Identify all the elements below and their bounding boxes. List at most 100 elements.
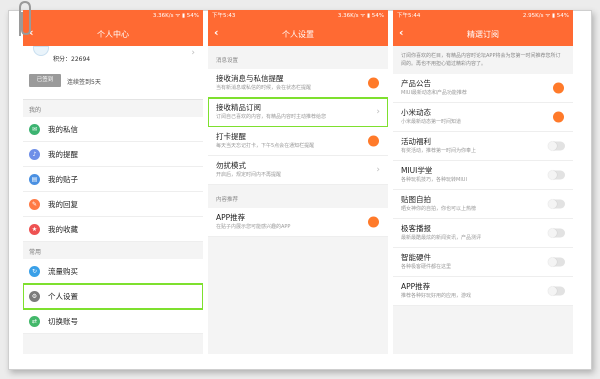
setting-subtitle: 订阅自己喜欢的内容，有精品内容时主动推荐给您 bbox=[216, 114, 327, 120]
toggle-switch[interactable] bbox=[368, 135, 379, 147]
menu-item-label: 我的提醒 bbox=[48, 149, 78, 159]
menu-item-data[interactable]: ↻ 流量购买 bbox=[23, 259, 203, 284]
status-info: 3.36K/s ᯤ ▮ 54% bbox=[152, 13, 199, 19]
toggle-switch[interactable] bbox=[548, 170, 565, 180]
setting-subtitle: 当有新消息或私信的时候，会在状态栏提醒 bbox=[216, 85, 312, 91]
toggle-switch[interactable] bbox=[548, 199, 565, 209]
menu-item-label: 个人设置 bbox=[48, 291, 78, 301]
nav-bar: ‹ 个人设置 bbox=[208, 22, 388, 46]
section-common-label: 常用 bbox=[23, 242, 203, 259]
section-message-settings: 消息设置 bbox=[216, 58, 239, 64]
avatar[interactable] bbox=[33, 46, 49, 56]
subscription-row[interactable]: APP推荐 推荐各种好玩好用的应用，游戏 bbox=[393, 277, 573, 306]
menu-item-post[interactable]: ▤ 我的贴子 bbox=[23, 167, 203, 192]
subscription-title: 产品公告 bbox=[401, 79, 431, 88]
intro-text: 订阅你喜欢的栏目，有精品内容时论坛APP将会为您第一时间推荐您所订阅的。再也不用… bbox=[393, 46, 573, 74]
panel-personal-center: 3.36K/s ᯤ ▮ 54% ‹ 个人中心 积分：22694 › 已签到 连续… bbox=[23, 10, 203, 354]
setting-title: 接收消息与私信提醒 bbox=[216, 74, 284, 83]
subscription-title: 极客播报 bbox=[401, 224, 431, 233]
setting-row-app-recommend[interactable]: APP推荐 在贴子内展示您可能感兴趣的APP bbox=[208, 208, 388, 237]
subscription-subtitle: 小米最新动态第一时间知道 bbox=[401, 119, 462, 125]
signed-in-button[interactable]: 已签到 bbox=[29, 74, 61, 87]
setting-title: 打卡提醒 bbox=[216, 132, 246, 141]
setting-row[interactable]: 接收精品订阅 订阅自己喜欢的内容，有精品内容时主动推荐给您 › bbox=[208, 97, 388, 128]
paperclip-icon bbox=[19, 0, 31, 36]
menu-item-star[interactable]: ★ 我的收藏 bbox=[23, 217, 203, 242]
setting-title: 勿扰模式 bbox=[216, 161, 246, 170]
menu-item-bell[interactable]: ♪ 我的提醒 bbox=[23, 142, 203, 167]
toggle-switch[interactable] bbox=[548, 257, 565, 267]
back-icon[interactable]: ‹ bbox=[399, 26, 404, 40]
gear-icon: ⚙ bbox=[29, 290, 40, 302]
status-bar: 下午5:43 3.36K/s ᯤ ▮ 54% bbox=[208, 10, 388, 22]
toggle-switch[interactable] bbox=[368, 216, 379, 228]
switch-icon: ⇄ bbox=[29, 315, 40, 327]
toggle-switch[interactable] bbox=[548, 228, 565, 238]
back-icon[interactable]: ‹ bbox=[214, 26, 219, 40]
subscription-title: MIUI学堂 bbox=[401, 166, 433, 175]
reply-icon: ✎ bbox=[29, 198, 40, 210]
page-title: 个人设置 bbox=[282, 29, 314, 39]
streak-text: 连续签到5天 bbox=[67, 79, 101, 86]
profile-header[interactable]: 积分：22694 › 已签到 连续签到5天 bbox=[23, 46, 203, 100]
data-icon: ↻ bbox=[29, 265, 40, 277]
chevron-right-icon: › bbox=[376, 107, 380, 117]
menu-common: ↻ 流量购买 ⚙ 个人设置 ⇄ 切换账号 bbox=[23, 259, 203, 334]
toggle-switch[interactable] bbox=[548, 286, 565, 296]
chevron-right-icon: › bbox=[191, 48, 195, 58]
subscription-row[interactable]: 贴图自拍 晒女神你的自拍，你也可以上热榜 bbox=[393, 190, 573, 219]
post-icon: ▤ bbox=[29, 173, 40, 185]
menu-item-label: 切换账号 bbox=[48, 316, 78, 326]
subscription-list: 产品公告 MIUI最新动态和产品功能推荐 小米动态 小米最新动态第一时间知道 活… bbox=[393, 74, 573, 306]
toggle-switch[interactable] bbox=[368, 77, 379, 89]
subscription-title: 小米动态 bbox=[401, 108, 431, 117]
menu-item-label: 我的收藏 bbox=[48, 224, 78, 234]
menu-item-message[interactable]: ✉ 我的私信 bbox=[23, 117, 203, 142]
subscription-row[interactable]: 活动福利 有奖活动，推荐第一时间为你奉上 bbox=[393, 132, 573, 161]
setting-row[interactable]: 勿扰模式 开启后，规定时间内不再提醒 › bbox=[208, 156, 388, 185]
menu-item-label: 我的贴子 bbox=[48, 174, 78, 184]
nav-bar: ‹ 个人中心 bbox=[23, 22, 203, 46]
status-info: 2.95K/s ᯤ ▮ 54% bbox=[522, 13, 569, 19]
subscription-row[interactable]: 产品公告 MIUI最新动态和产品功能推荐 bbox=[393, 74, 573, 103]
subscription-row[interactable]: 智能硬件 各种极客硬件都在这里 bbox=[393, 248, 573, 277]
bell-icon: ♪ bbox=[29, 148, 40, 160]
chevron-right-icon: › bbox=[376, 165, 380, 175]
setting-row[interactable]: 接收消息与私信提醒 当有新消息或私信的时候，会在状态栏提醒 bbox=[208, 69, 388, 98]
star-icon: ★ bbox=[29, 223, 40, 235]
subscription-title: 智能硬件 bbox=[401, 253, 431, 262]
status-bar: 3.36K/s ᯤ ▮ 54% bbox=[23, 10, 203, 22]
subscription-title: 贴图自拍 bbox=[401, 195, 431, 204]
subscription-row[interactable]: 小米动态 小米最新动态第一时间知道 bbox=[393, 103, 573, 132]
panel-personal-settings: 下午5:43 3.36K/s ᯤ ▮ 54% ‹ 个人设置 消息设置 接收消息与… bbox=[208, 10, 388, 354]
menu-item-gear[interactable]: ⚙ 个人设置 bbox=[23, 283, 203, 310]
setting-title: APP推荐 bbox=[216, 213, 246, 222]
subscription-subtitle: 各种极客硬件都在这里 bbox=[401, 264, 452, 270]
page-title: 精選订阅 bbox=[467, 29, 499, 39]
subscription-row[interactable]: MIUI学堂 各种玩机技巧，各种玩转MIUI bbox=[393, 161, 573, 190]
menu-item-switch[interactable]: ⇄ 切换账号 bbox=[23, 309, 203, 334]
subscription-subtitle: 推荐各种好玩好用的应用，游戏 bbox=[401, 293, 472, 299]
toggle-switch[interactable] bbox=[548, 141, 565, 151]
status-info: 3.36K/s ᯤ ▮ 54% bbox=[337, 13, 384, 19]
toggle-switch[interactable] bbox=[553, 111, 564, 123]
setting-subtitle: 每天当天忘记打卡，下午5点会在通知栏提醒 bbox=[216, 143, 315, 149]
subscription-subtitle: 有奖活动，推荐第一时间为你奉上 bbox=[401, 148, 477, 154]
subscription-subtitle: 最新最酷最炫的新闻资讯，产品测评 bbox=[401, 235, 482, 241]
message-icon: ✉ bbox=[29, 123, 40, 135]
menu-item-label: 我的私信 bbox=[48, 124, 78, 134]
setting-row[interactable]: 打卡提醒 每天当天忘记打卡，下午5点会在通知栏提醒 bbox=[208, 127, 388, 156]
section-mine-label: 我的 bbox=[23, 100, 203, 117]
subscription-subtitle: 晒女神你的自拍，你也可以上热榜 bbox=[401, 206, 477, 212]
menu-item-reply[interactable]: ✎ 我的回复 bbox=[23, 192, 203, 217]
menu-item-label: 流量购买 bbox=[48, 266, 78, 276]
subscription-subtitle: 各种玩机技巧，各种玩转MIUI bbox=[401, 177, 467, 183]
section-content-recommend: 内容推荐 bbox=[216, 197, 239, 203]
menu-item-label: 我的回复 bbox=[48, 199, 78, 209]
menu-mine: ✉ 我的私信 ♪ 我的提醒 ▤ 我的贴子 ✎ 我的回复 ★ 我的收藏 bbox=[23, 117, 203, 242]
subscription-row[interactable]: 极客播报 最新最酷最炫的新闻资讯，产品测评 bbox=[393, 219, 573, 248]
setting-title: 接收精品订阅 bbox=[216, 103, 261, 112]
setting-subtitle: 在贴子内展示您可能感兴趣的APP bbox=[216, 224, 291, 230]
points-text: 积分：22694 bbox=[53, 56, 91, 63]
toggle-switch[interactable] bbox=[553, 82, 564, 94]
